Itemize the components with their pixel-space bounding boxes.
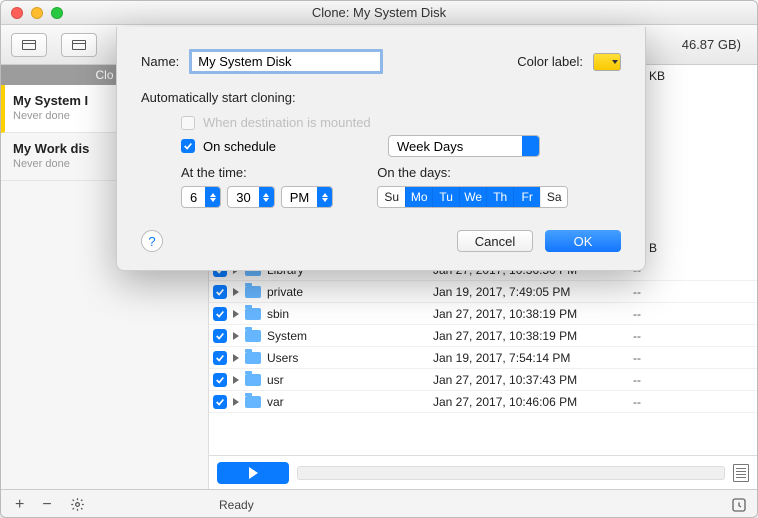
settings-sheet: Name: Color label: Automatically start c…: [116, 27, 646, 271]
add-button[interactable]: +: [15, 496, 24, 514]
opt-dest-label: When destination is mounted: [203, 115, 371, 130]
disclosure-icon[interactable]: [233, 354, 239, 362]
day-toggle[interactable]: Mo: [405, 187, 432, 207]
folder-icon: [245, 308, 261, 320]
file-name: sbin: [267, 307, 427, 321]
file-date: Jan 27, 2017, 10:38:19 PM: [433, 307, 623, 321]
table-row[interactable]: usr Jan 27, 2017, 10:37:43 PM --: [209, 369, 757, 391]
folder-icon: [245, 352, 261, 364]
disclosure-icon[interactable]: [233, 398, 239, 406]
day-toggle[interactable]: We: [459, 187, 486, 207]
time-label: At the time:: [181, 165, 333, 180]
disclosure-icon[interactable]: [233, 310, 239, 318]
log-icon[interactable]: [733, 464, 749, 482]
table-row[interactable]: var Jan 27, 2017, 10:46:06 PM --: [209, 391, 757, 413]
day-toggle[interactable]: Sa: [540, 187, 567, 207]
file-extra: --: [629, 351, 641, 365]
file-name: usr: [267, 373, 427, 387]
name-label: Name:: [141, 54, 179, 69]
box-icon: [72, 40, 86, 50]
file-name: var: [267, 395, 427, 409]
checkbox-icon[interactable]: [213, 373, 227, 387]
run-bar: [209, 455, 757, 489]
checkbox-icon[interactable]: [213, 395, 227, 409]
checkbox-icon[interactable]: [213, 307, 227, 321]
file-date: Jan 19, 2017, 7:54:14 PM: [433, 351, 623, 365]
checkbox-icon[interactable]: [213, 329, 227, 343]
folder-icon: [245, 286, 261, 298]
file-name: private: [267, 285, 427, 299]
checkbox-on-schedule[interactable]: [181, 139, 195, 153]
day-toggle[interactable]: Tu: [432, 187, 459, 207]
ok-button[interactable]: OK: [545, 230, 621, 252]
auto-start-header: Automatically start cloning:: [141, 90, 621, 105]
file-date: Jan 27, 2017, 10:46:06 PM: [433, 395, 623, 409]
chevron-down-icon: [612, 60, 618, 64]
file-name: Users: [267, 351, 427, 365]
file-extra: --: [629, 329, 641, 343]
folder-icon: [245, 330, 261, 342]
folder-icon: [245, 374, 261, 386]
day-toggle[interactable]: Fr: [513, 187, 540, 207]
disclosure-icon[interactable]: [233, 332, 239, 340]
color-picker[interactable]: [593, 53, 621, 71]
disclosure-icon[interactable]: [233, 288, 239, 296]
minimize-icon[interactable]: [31, 7, 43, 19]
ampm-stepper[interactable]: PM: [281, 186, 334, 208]
zoom-icon[interactable]: [51, 7, 63, 19]
remove-button[interactable]: −: [42, 496, 51, 514]
day-picker[interactable]: SuMoTuWeThFrSa: [377, 186, 568, 208]
table-row[interactable]: System Jan 27, 2017, 10:38:19 PM --: [209, 325, 757, 347]
disclosure-icon[interactable]: [233, 376, 239, 384]
gear-icon[interactable]: [70, 497, 85, 512]
window-title: Clone: My System Disk: [1, 5, 757, 20]
file-extra: --: [629, 307, 641, 321]
schedule-mode-select[interactable]: Week Days: [388, 135, 540, 157]
table-row[interactable]: Users Jan 19, 2017, 7:54:14 PM --: [209, 347, 757, 369]
file-date: Jan 27, 2017, 10:37:43 PM: [433, 373, 623, 387]
checkbox-icon[interactable]: [213, 285, 227, 299]
checkbox-dest-mounted[interactable]: [181, 116, 195, 130]
play-icon: [249, 467, 258, 479]
file-extra: --: [629, 373, 641, 387]
progress-bar: [297, 466, 725, 480]
file-date: Jan 19, 2017, 7:49:05 PM: [433, 285, 623, 299]
close-icon[interactable]: [11, 7, 23, 19]
file-extra: --: [629, 285, 641, 299]
file-table[interactable]: Library Jan 27, 2017, 10:36:50 PM -- pri…: [209, 259, 757, 455]
day-toggle[interactable]: Su: [378, 187, 405, 207]
table-row[interactable]: private Jan 19, 2017, 7:49:05 PM --: [209, 281, 757, 303]
free-space-text: 46.87 GB): [682, 37, 747, 52]
toolbar-button-1[interactable]: [11, 33, 47, 57]
checkbox-icon[interactable]: [213, 351, 227, 365]
clock-icon[interactable]: [731, 497, 747, 513]
toolbar-button-2[interactable]: [61, 33, 97, 57]
box-icon: [22, 40, 36, 50]
opt-sched-label: On schedule: [203, 139, 276, 154]
hour-stepper[interactable]: 6: [181, 186, 221, 208]
app-window: Clone: My System Disk 46.87 GB) Clo My S…: [0, 0, 758, 518]
titlebar: Clone: My System Disk: [1, 1, 757, 25]
status-bar: + − Ready: [1, 489, 757, 518]
file-extra: --: [629, 395, 641, 409]
minute-stepper[interactable]: 30: [227, 186, 274, 208]
days-label: On the days:: [377, 165, 568, 180]
name-input[interactable]: [189, 49, 383, 74]
traffic-lights: [11, 7, 63, 19]
folder-icon: [245, 396, 261, 408]
cancel-button[interactable]: Cancel: [457, 230, 533, 252]
file-date: Jan 27, 2017, 10:38:19 PM: [433, 329, 623, 343]
day-toggle[interactable]: Th: [486, 187, 513, 207]
status-text: Ready: [219, 498, 254, 512]
table-row[interactable]: sbin Jan 27, 2017, 10:38:19 PM --: [209, 303, 757, 325]
file-name: System: [267, 329, 427, 343]
help-button[interactable]: ?: [141, 230, 163, 252]
color-label: Color label:: [517, 54, 583, 69]
run-button[interactable]: [217, 462, 289, 484]
